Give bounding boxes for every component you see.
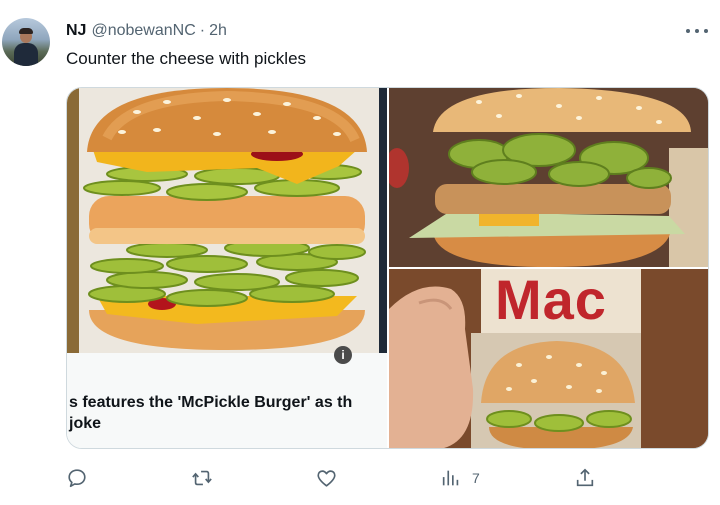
burger-photo-top-right[interactable]	[389, 88, 708, 267]
tweet-text: Counter the cheese with pickles	[66, 49, 307, 68]
caption-line-1: s features the 'McPickle Burger' as th	[69, 394, 353, 411]
retweet-button[interactable]	[190, 462, 214, 494]
separator-dot: ·	[199, 22, 206, 39]
mcpickle-burger-illustration	[67, 88, 387, 353]
share-icon	[576, 468, 594, 487]
tweet-header: NJ @nobewanNC · 2h	[66, 20, 227, 42]
link-card[interactable]: s features the 'McPickle Burger' as th j…	[67, 88, 387, 448]
tweet: NJ @nobewanNC · 2h Counter the cheese wi…	[0, 0, 720, 505]
user-handle[interactable]: @nobewanNC	[91, 22, 195, 40]
caption-line-2: joke	[69, 415, 102, 432]
views-icon	[442, 470, 459, 486]
burger-photo-illustration	[389, 88, 708, 267]
retweet-icon	[192, 470, 212, 486]
mac-box-photo[interactable]: Mac	[389, 269, 708, 448]
action-bar: 7	[0, 462, 720, 494]
heart-icon	[317, 470, 336, 487]
frame-right	[379, 88, 387, 353]
mac-box-text: Mac	[495, 269, 607, 329]
mcpickle-burger-image[interactable]	[67, 88, 387, 353]
link-card-caption[interactable]: s features the 'McPickle Burger' as th j…	[67, 353, 387, 448]
avatar-figure	[14, 43, 38, 66]
frame-left	[67, 88, 79, 353]
display-name[interactable]: NJ	[66, 22, 86, 40]
reply-button[interactable]	[66, 462, 88, 494]
views-count: 7	[472, 470, 480, 486]
avatar[interactable]	[2, 18, 50, 66]
timestamp[interactable]: 2h	[209, 22, 227, 40]
reply-icon	[68, 469, 86, 488]
like-button[interactable]	[315, 462, 338, 494]
more-options-icon[interactable]	[686, 22, 708, 40]
views-button[interactable]: 7	[440, 462, 480, 494]
media-grid: s features the 'McPickle Burger' as th j…	[66, 87, 709, 449]
info-icon[interactable]: i	[334, 346, 352, 364]
share-button[interactable]	[574, 462, 596, 494]
avatar-hair	[19, 28, 33, 34]
